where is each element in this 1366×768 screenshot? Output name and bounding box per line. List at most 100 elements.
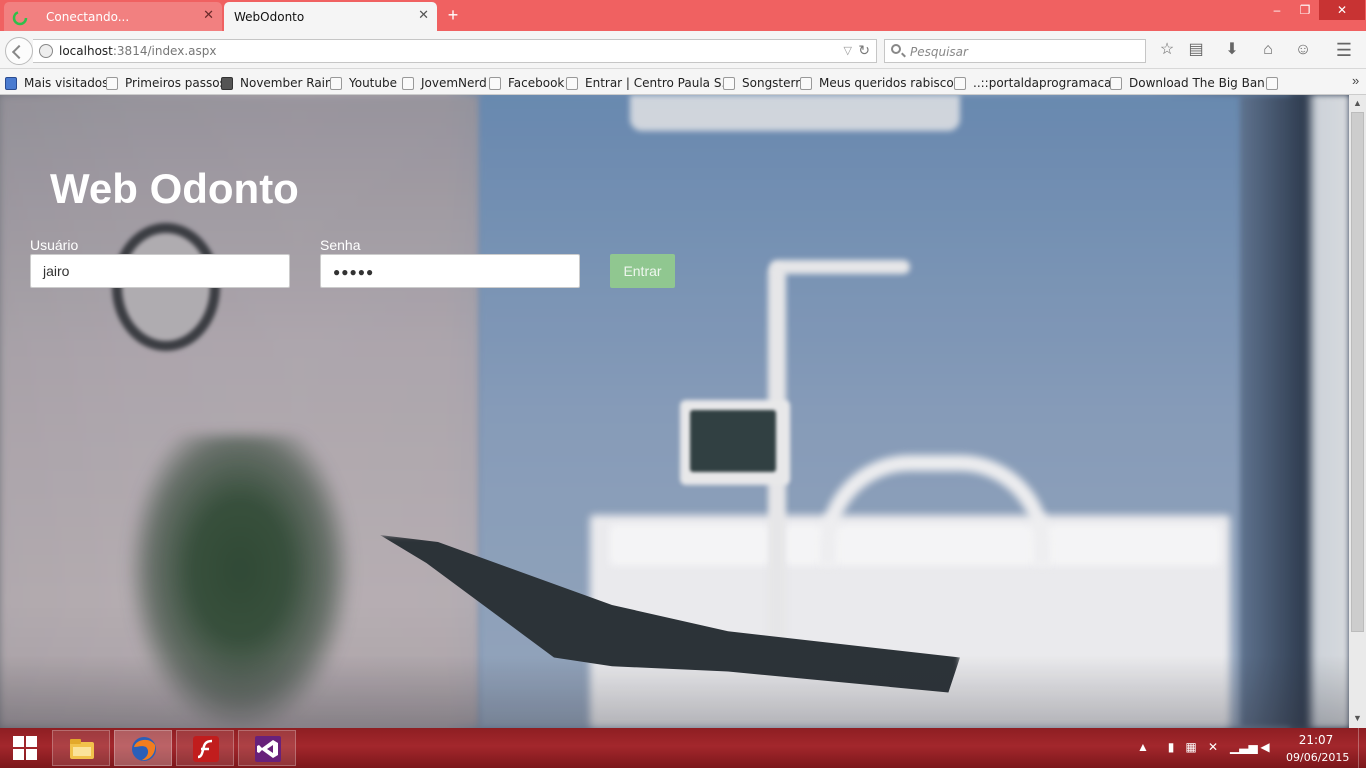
taskbar-file-explorer[interactable] [52, 730, 110, 766]
bookmark-label: Youtube [349, 76, 397, 90]
bookmark-page-icon [1110, 76, 1122, 90]
search-bar[interactable]: Pesquisar [884, 39, 1146, 63]
file-explorer-icon [70, 739, 94, 759]
loading-spinner-icon [12, 10, 28, 26]
back-button[interactable] [5, 37, 33, 65]
bookmark-page-icon [723, 76, 735, 90]
navigation-toolbar: localhost:3814/index.aspx ▽ ↻ Pesquisar … [0, 31, 1366, 69]
bookmark-page-icon [489, 76, 501, 90]
signal-icon[interactable]: ▁▃▅ [1230, 740, 1258, 756]
windows-logo-icon [26, 749, 37, 760]
bookmark-page-icon [800, 76, 812, 90]
bookmark-item[interactable]: Download The Big Ban... [1110, 75, 1276, 91]
bookmark-label: Entrar | Centro Paula S... [585, 76, 733, 90]
network-x-icon[interactable]: ✕ [1206, 740, 1220, 756]
scrollbar-thumb[interactable] [1351, 112, 1364, 632]
bookmark-label: Mais visitados [24, 76, 109, 90]
taskbar-visual-studio[interactable] [238, 730, 296, 766]
library-icon[interactable]: ▤ [1186, 40, 1206, 60]
clock-time[interactable]: 21:07 [1290, 733, 1342, 747]
flash-icon [193, 736, 219, 762]
senha-input[interactable]: ●●●●● [320, 254, 580, 288]
bookmark-item[interactable]: JovemNerd [402, 75, 487, 91]
url-bar[interactable]: localhost:3814/index.aspx ▽ ↻ [33, 39, 877, 63]
download-icon[interactable]: ⬇ [1222, 40, 1242, 60]
dropdown-arrow-icon[interactable]: ▽ [844, 44, 852, 57]
entrar-button[interactable]: Entrar [610, 254, 675, 288]
tab-webodonto[interactable]: WebOdonto ✕ [224, 2, 437, 31]
menu-icon[interactable]: ☰ [1334, 40, 1354, 60]
tab-conectando[interactable]: Conectando... ✕ [4, 2, 222, 31]
bookmark-item[interactable]: Entrar | Centro Paula S... [566, 75, 733, 91]
windows-logo-icon [13, 749, 24, 760]
bookmark-page-icon [106, 76, 118, 90]
page-title: Web Odonto [50, 165, 299, 212]
action-center-icon[interactable]: ▦ [1184, 740, 1198, 756]
bookmark-label: JovemNerd [421, 76, 487, 90]
windows-logo-icon [13, 736, 24, 747]
chat-icon[interactable]: ☺ [1293, 40, 1313, 60]
new-tab-button[interactable]: + [444, 5, 462, 25]
bookmark-item[interactable]: November Rain [221, 75, 333, 91]
browser-window: Conectando... ✕ WebOdonto ✕ + – ❐ ✕ loca… [0, 0, 1366, 728]
bookmark-label: Songsterr [742, 76, 801, 90]
chevron-right-icon[interactable]: » [1352, 73, 1359, 88]
bookmark-item[interactable]: Primeiros passos [106, 75, 226, 91]
home-icon[interactable]: ⌂ [1258, 40, 1278, 60]
bookmark-item[interactable]: Mais visitados [5, 75, 108, 91]
bookmark-item[interactable] [1266, 75, 1285, 91]
tab-strip: Conectando... ✕ WebOdonto ✕ + – ❐ ✕ [0, 0, 1366, 31]
tab-label: WebOdonto [234, 10, 305, 24]
bookmark-item[interactable]: Youtube [330, 75, 397, 91]
taskbar: ▲ ▮ ▦ ✕ ▁▃▅ ◀ 21:07 09/06/2015 [0, 728, 1366, 768]
search-icon [891, 44, 901, 54]
bookmark-label: November Rain [240, 76, 333, 90]
search-placeholder: Pesquisar [910, 45, 968, 59]
tab-label: Conectando... [46, 10, 130, 24]
bookmark-item[interactable]: Facebook [489, 75, 564, 91]
bookmark-page-icon [221, 76, 233, 90]
close-icon[interactable]: ✕ [203, 8, 214, 23]
page-viewport: Web Odonto Usuário jairo Senha ●●●●● Ent… [0, 95, 1349, 728]
bookmark-item[interactable]: Meus queridos rabiscos. [800, 75, 964, 91]
bookmarks-toolbar: Mais visitados Primeiros passos November… [0, 69, 1366, 95]
star-icon[interactable]: ☆ [1157, 40, 1177, 60]
visual-studio-icon [255, 736, 281, 762]
site-identity-icon[interactable] [39, 44, 53, 58]
bookmark-page-icon [566, 76, 578, 90]
scroll-up-icon[interactable]: ▲ [1349, 95, 1366, 112]
bookmark-page-icon [330, 76, 342, 90]
close-icon[interactable]: ✕ [418, 8, 429, 23]
show-desktop-button[interactable] [1358, 728, 1366, 768]
clock-date[interactable]: 09/06/2015 [1286, 751, 1349, 764]
reload-icon[interactable]: ↻ [858, 42, 870, 59]
bookmark-item[interactable]: Songsterr [723, 75, 800, 91]
taskbar-firefox[interactable] [114, 730, 172, 766]
vertical-scrollbar[interactable]: ▲ ▼ [1349, 95, 1366, 728]
bookmark-page-icon [954, 76, 966, 90]
bookmark-folder-icon [5, 76, 17, 90]
usuario-label: Usuário [30, 237, 79, 253]
minimize-button[interactable]: – [1262, 0, 1292, 20]
battery-icon[interactable]: ▮ [1164, 740, 1178, 756]
url-host: localhost [59, 44, 113, 58]
bookmark-label: Download The Big Ban... [1129, 76, 1277, 90]
close-window-button[interactable]: ✕ [1319, 0, 1365, 20]
firefox-icon [132, 737, 156, 761]
senha-label: Senha [320, 237, 361, 253]
scroll-down-icon[interactable]: ▼ [1349, 710, 1366, 727]
volume-icon[interactable]: ◀ [1258, 740, 1272, 756]
usuario-input[interactable]: jairo [30, 254, 290, 288]
taskbar-flash[interactable] [176, 730, 234, 766]
windows-start-button[interactable] [0, 728, 50, 768]
bookmark-page-icon [402, 76, 414, 90]
maximize-button[interactable]: ❐ [1290, 0, 1320, 20]
bookmark-label: ..::portaldaprogramaca... [973, 76, 1123, 90]
tray-up-arrow-icon[interactable]: ▲ [1136, 740, 1150, 756]
url-path: :3814/index.aspx [112, 44, 217, 58]
windows-logo-icon [26, 736, 37, 747]
url-text[interactable]: localhost:3814/index.aspx [59, 44, 216, 58]
bookmark-item[interactable]: ..::portaldaprogramaca... [954, 75, 1123, 91]
bookmark-label: Primeiros passos [125, 76, 226, 90]
bookmark-label: Meus queridos rabiscos. [819, 76, 964, 90]
